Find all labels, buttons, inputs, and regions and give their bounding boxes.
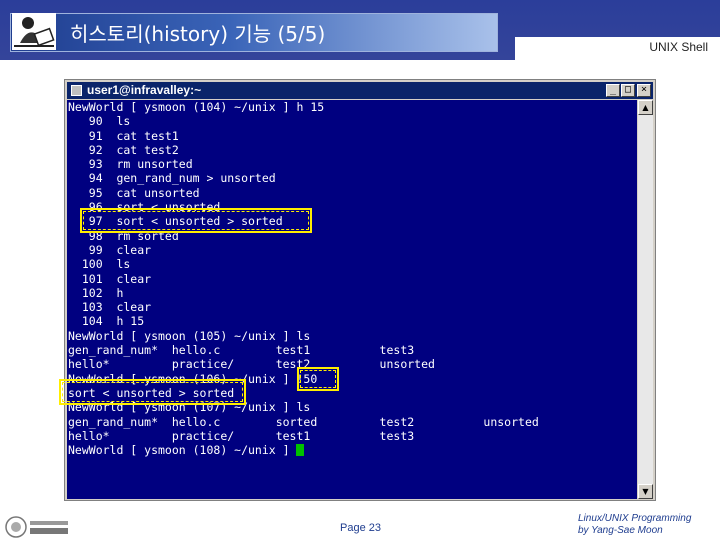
- terminal-line: 102 h: [68, 285, 124, 300]
- section-label: UNIX Shell: [649, 40, 708, 54]
- scroll-down-button[interactable]: ▼: [638, 484, 653, 499]
- minimize-button[interactable]: _: [606, 84, 620, 97]
- page-number: Page 23: [340, 522, 381, 534]
- terminal-line: 93 rm unsorted: [68, 157, 193, 172]
- highlight-history-97: [80, 208, 312, 233]
- terminal-line: 92 cat test2: [68, 142, 179, 157]
- highlight-bang-command: [297, 367, 339, 391]
- terminal-line: NewWorld [ ysmoon (105) ~/unix ] ls: [68, 328, 311, 343]
- terminal-line: 99 clear: [68, 242, 152, 257]
- course-title: Linux/UNIX Programming: [578, 513, 692, 524]
- terminal-line: 91 cat test1: [68, 128, 179, 143]
- reader-icon: [12, 13, 56, 50]
- window-titlebar[interactable]: user1@infravalley:~ _ □ ×: [67, 82, 653, 99]
- terminal-screen[interactable]: NewWorld [ ysmoon (104) ~/unix ] h 15 90…: [67, 100, 637, 499]
- page-title: 히스토리(history) 기능 (5/5): [70, 22, 326, 46]
- terminal-line: 100 ls: [68, 257, 131, 272]
- terminal-window: user1@infravalley:~ _ □ × NewWorld [ ysm…: [64, 79, 656, 501]
- maximize-button[interactable]: □: [621, 84, 635, 97]
- terminal-line: 104 h 15: [68, 314, 145, 329]
- terminal-line: 90 ls: [68, 114, 131, 129]
- text-cursor: [296, 444, 305, 457]
- scroll-up-button[interactable]: ▲: [638, 100, 653, 115]
- terminal-line: NewWorld [ ysmoon (108) ~/unix ]: [68, 443, 539, 457]
- terminal-line: gen_rand_num* hello.c test1 test3: [68, 343, 415, 358]
- vertical-scrollbar[interactable]: ▲ ▼: [638, 100, 653, 499]
- terminal-line: NewWorld [ ysmoon (104) ~/unix ] h 15: [68, 100, 325, 114]
- course-author: by Yang-Sae Moon: [578, 525, 663, 536]
- terminal-line: gen_rand_num* hello.c sorted test2 unsor…: [68, 414, 539, 429]
- course-credit: Linux/UNIX Programming by Yang-Sae Moon: [578, 513, 691, 537]
- terminal-line: 95 cat unsorted: [68, 185, 200, 200]
- window-title: user1@infravalley:~: [87, 83, 202, 97]
- terminal-line: 94 gen_rand_num > unsorted: [68, 171, 276, 186]
- terminal-line: hello* practice/ test1 test3: [68, 428, 415, 443]
- university-logo-icon: [5, 516, 68, 538]
- highlight-recalled-command: [59, 379, 246, 405]
- terminal-line: 101 clear: [68, 271, 152, 286]
- terminal-icon: [71, 85, 82, 96]
- close-button[interactable]: ×: [637, 84, 651, 97]
- terminal-line: 103 clear: [68, 300, 152, 315]
